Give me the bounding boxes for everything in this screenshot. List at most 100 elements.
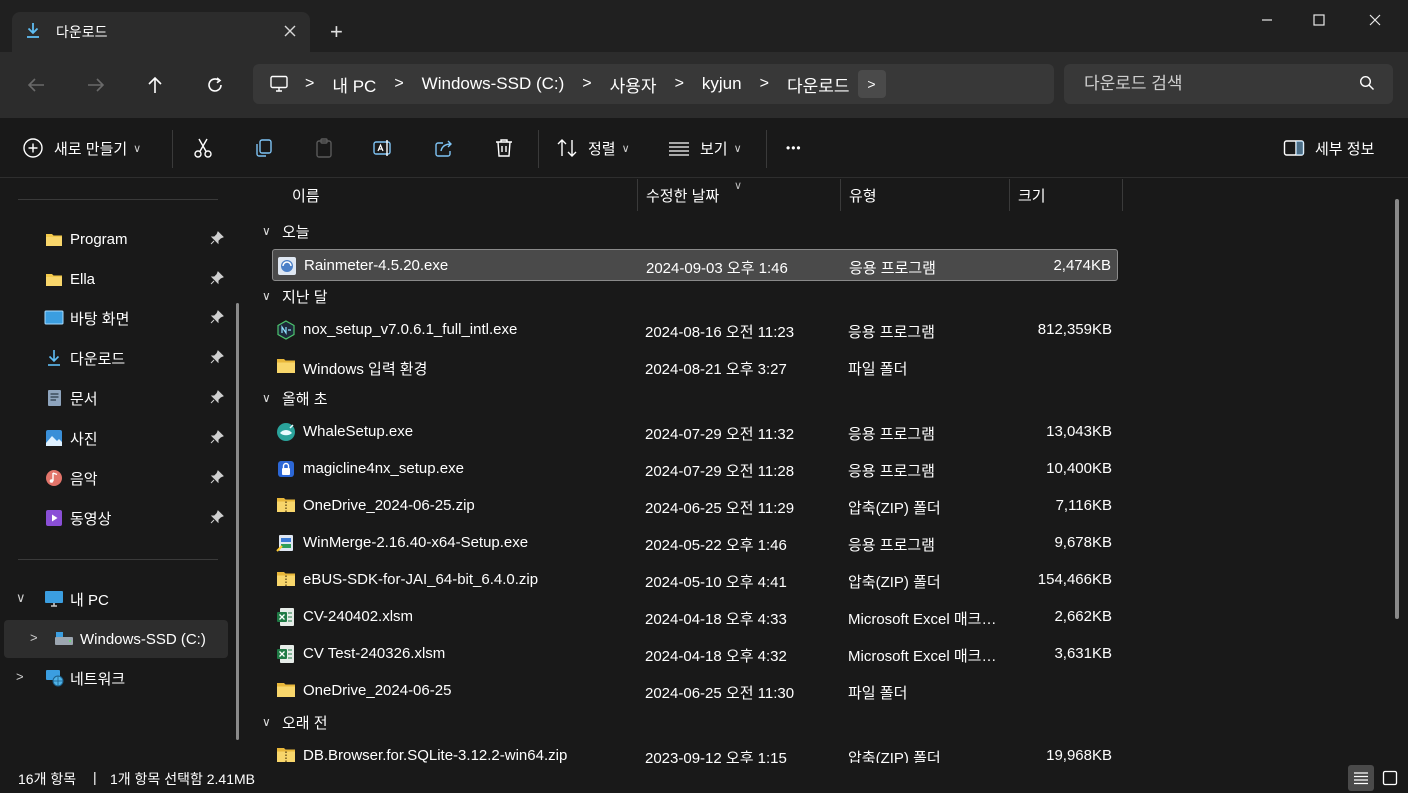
column-divider[interactable] — [1009, 179, 1010, 211]
pin-icon[interactable] — [210, 350, 224, 368]
new-tab-button[interactable]: + — [330, 18, 343, 46]
pin-icon[interactable] — [210, 390, 224, 408]
sidebar-item-videos[interactable]: 동영상 — [4, 499, 228, 537]
breadcrumb-more-button[interactable]: > — [857, 70, 886, 98]
sidebar-item-ella[interactable]: Ella — [4, 260, 228, 298]
file-date: 2024-08-21 오후 3:27 — [645, 361, 787, 378]
minimize-button[interactable] — [1244, 6, 1290, 34]
breadcrumb-item-drive[interactable]: Windows-SSD (C:) — [420, 74, 567, 94]
file-row[interactable]: OneDrive_2024-06-25.zip 2024-06-25 오전 11… — [272, 490, 1118, 522]
sidebar-item-downloads[interactable]: 다운로드 — [4, 339, 228, 377]
column-header-type[interactable]: 유형 — [849, 179, 877, 211]
search-box[interactable] — [1064, 64, 1393, 104]
view-button[interactable]: 보기 ∨ — [668, 132, 742, 164]
chevron-down-icon: ∨ — [733, 142, 742, 155]
column-name-label: 이름 — [292, 187, 320, 205]
sidebar-item-pictures[interactable]: 사진 — [4, 419, 228, 457]
column-divider[interactable] — [840, 179, 841, 211]
group-header-earlier-this-year[interactable]: ∨ 올해 초 — [262, 385, 328, 411]
column-divider[interactable] — [1122, 179, 1123, 211]
command-bar: 새로 만들기 ∨ 정렬 ∨ 보기 ∨ ••• 세부 정보 — [0, 118, 1408, 178]
file-row[interactable]: OneDrive_2024-06-25 2024-06-25 오전 11:30 … — [272, 675, 1118, 707]
pin-icon[interactable] — [210, 271, 224, 289]
refresh-button[interactable] — [197, 68, 233, 102]
search-input[interactable] — [1084, 74, 1344, 94]
file-date: 2024-05-10 오후 4:41 — [645, 574, 787, 591]
chevron-right-icon[interactable]: > — [30, 630, 38, 645]
group-header-last-month[interactable]: ∨ 지난 달 — [262, 283, 328, 309]
breadcrumb-item-users[interactable]: 사용자 — [608, 72, 659, 97]
pin-icon[interactable] — [210, 470, 224, 488]
group-header-today[interactable]: ∨ 오늘 — [262, 218, 310, 244]
group-header-long-ago[interactable]: ∨ 오래 전 — [262, 709, 328, 735]
delete-button[interactable] — [493, 132, 515, 164]
file-row[interactable]: WhaleSetup.exe 2024-07-29 오전 11:32 응용 프로… — [272, 416, 1118, 448]
more-options-button[interactable]: ••• — [786, 132, 802, 164]
column-divider[interactable] — [637, 179, 638, 211]
breadcrumb-item-my-pc[interactable]: 내 PC — [330, 72, 378, 97]
sidebar-scrollbar[interactable] — [236, 303, 239, 740]
file-row[interactable]: Rainmeter-4.5.20.exe 2024-09-03 오후 1:46 … — [272, 249, 1118, 281]
tab-downloads[interactable]: 다운로드 — [12, 12, 310, 52]
new-button[interactable]: 새로 만들기 ∨ — [22, 132, 141, 164]
sidebar-item-program[interactable]: Program — [4, 220, 228, 258]
sort-button[interactable]: 정렬 ∨ — [556, 132, 630, 164]
breadcrumb[interactable]: > 내 PC > Windows-SSD (C:) > 사용자 > kyjun … — [253, 64, 1054, 104]
chevron-down-icon: ∨ — [621, 142, 630, 155]
column-date-label: 수정한 날짜 — [646, 187, 720, 205]
file-row[interactable]: WinMerge-2.16.40-x64-Setup.exe 2024-05-2… — [272, 527, 1118, 559]
back-button[interactable] — [18, 68, 54, 102]
pin-icon[interactable] — [210, 430, 224, 448]
search-icon[interactable] — [1359, 75, 1375, 94]
file-name: nox_setup_v7.0.6.1_full_intl.exe — [303, 321, 518, 338]
sidebar-item-network[interactable]: > 네트워크 — [4, 659, 228, 697]
tab-close-icon[interactable] — [284, 21, 296, 42]
thumbnail-view-icon — [1382, 770, 1398, 786]
close-window-button[interactable] — [1352, 6, 1398, 34]
refresh-icon — [208, 77, 222, 92]
pin-icon[interactable] — [210, 231, 224, 249]
column-header-size[interactable]: 크기 — [1018, 179, 1046, 211]
sort-button-label: 정렬 — [588, 140, 616, 158]
chevron-down-icon[interactable]: ∨ — [16, 590, 26, 606]
sidebar-item-my-pc[interactable]: ∨ 내 PC — [4, 580, 228, 618]
pin-icon[interactable] — [210, 310, 224, 328]
up-button[interactable] — [137, 68, 173, 102]
file-row[interactable]: nox_setup_v7.0.6.1_full_intl.exe 2024-08… — [272, 314, 1118, 346]
file-row[interactable]: magicline4nx_setup.exe 2024-07-29 오전 11:… — [272, 453, 1118, 485]
pin-icon[interactable] — [210, 510, 224, 528]
maximize-button[interactable] — [1296, 6, 1342, 34]
sidebar-item-windows-ssd[interactable]: > Windows-SSD (C:) — [4, 620, 228, 658]
column-header-date[interactable]: 수정한 날짜 — [646, 179, 719, 211]
file-row[interactable]: CV Test-240326.xlsm 2024-04-18 오후 4:32 M… — [272, 638, 1118, 670]
scissors-icon — [194, 138, 212, 158]
chevron-down-icon: ∨ — [133, 142, 142, 155]
breadcrumb-item-downloads[interactable]: 다운로드 — [785, 72, 852, 97]
file-type: 응용 프로그램 — [848, 537, 935, 554]
file-date: 2024-06-25 오전 11:29 — [645, 500, 795, 517]
file-size: 2,662KB — [1054, 608, 1112, 625]
sidebar-item-documents[interactable]: 문서 — [4, 379, 228, 417]
chevron-right-icon[interactable]: > — [16, 669, 24, 684]
copy-button[interactable] — [253, 132, 275, 164]
file-row[interactable]: CV-240402.xlsm 2024-04-18 오후 4:33 Micros… — [272, 601, 1118, 633]
file-list-scrollbar[interactable] — [1395, 199, 1399, 619]
thumbnail-view-button[interactable] — [1377, 765, 1403, 791]
plus-circle-icon — [23, 138, 43, 158]
details-pane-icon — [1283, 140, 1305, 156]
file-size: 19,968KB — [1046, 747, 1112, 764]
sidebar-item-music[interactable]: 음악 — [4, 459, 228, 497]
share-button[interactable] — [433, 132, 455, 164]
sidebar-item-label: Program — [70, 230, 128, 248]
sidebar-item-desktop[interactable]: 바탕 화면 — [4, 299, 228, 337]
details-pane-button[interactable]: 세부 정보 — [1283, 132, 1374, 164]
rename-button[interactable] — [372, 132, 394, 164]
cut-button[interactable] — [192, 132, 214, 164]
paste-button[interactable] — [313, 132, 335, 164]
breadcrumb-item-user[interactable]: kyjun — [700, 74, 744, 94]
forward-button[interactable] — [78, 68, 114, 102]
column-header-name[interactable]: 이름 — [292, 179, 320, 211]
details-view-button[interactable] — [1348, 765, 1374, 791]
file-row[interactable]: Windows 입력 환경 2024-08-21 오후 3:27 파일 폴더 — [272, 351, 1118, 383]
file-row[interactable]: eBUS-SDK-for-JAI_64-bit_6.4.0.zip 2024-0… — [272, 564, 1118, 596]
